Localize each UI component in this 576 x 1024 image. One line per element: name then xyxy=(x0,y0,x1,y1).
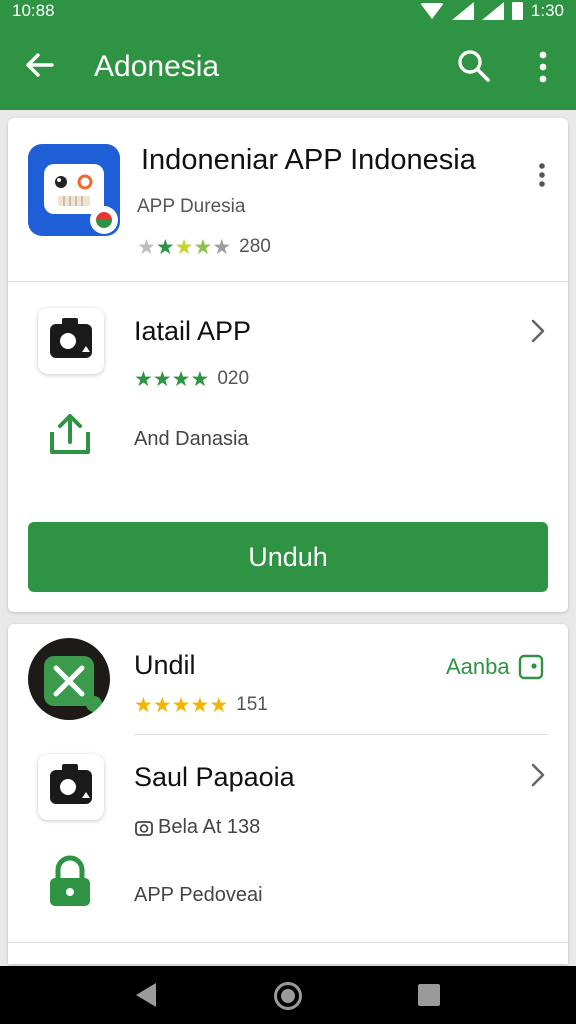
camera-tile xyxy=(38,308,104,374)
wifi-icon xyxy=(419,3,444,19)
share-upload-icon[interactable] xyxy=(46,410,94,458)
star-icon: ★ xyxy=(152,367,172,391)
third-item-meta-row: Bela At 138 xyxy=(134,816,260,839)
share-label[interactable]: And Danasia xyxy=(134,428,249,451)
second-app-rating: ★ ★ ★ ★ ★ 151 xyxy=(134,694,268,716)
camera-icon xyxy=(50,318,92,358)
overflow-menu-icon[interactable] xyxy=(534,162,550,188)
camera-small-icon xyxy=(135,820,153,836)
signal-icon-2 xyxy=(481,2,504,20)
status-icons: 1:30 xyxy=(419,1,564,21)
app-detail-card: Indoneniar APP Indonesia APP Duresia ★ ★… xyxy=(8,118,568,612)
detail-rating: ★ ★ ★ ★ 020 xyxy=(134,368,249,390)
page-title: Adonesia xyxy=(94,50,220,83)
third-item-meta: Bela At 138 xyxy=(158,816,261,838)
star-icon: ★ xyxy=(152,693,172,717)
star-icon: ★ xyxy=(155,235,175,259)
robot-mascot-icon xyxy=(44,164,118,234)
developer-name[interactable]: APP Duresia xyxy=(137,196,245,218)
nav-recents-icon[interactable] xyxy=(418,984,440,1006)
camera-tile xyxy=(38,754,104,820)
star-icon: ★ xyxy=(171,367,191,391)
nav-home-icon[interactable] xyxy=(274,982,302,1010)
system-nav-bar xyxy=(0,966,576,1024)
download-button[interactable]: Unduh xyxy=(28,522,548,592)
chevron-right-icon[interactable] xyxy=(528,318,548,344)
rating-count: 151 xyxy=(236,694,268,715)
battery-icon xyxy=(511,2,523,20)
chevron-right-icon[interactable] xyxy=(528,762,548,788)
star-icon: ★ xyxy=(193,235,213,259)
app-avatar xyxy=(28,638,110,720)
second-app-title[interactable]: Undil xyxy=(134,650,196,681)
permission-label[interactable]: APP Pedoveai xyxy=(134,884,263,907)
star-icon: ★ xyxy=(174,235,194,259)
star-icon: ★ xyxy=(190,693,210,717)
status-clock: 1:30 xyxy=(530,1,564,20)
star-icon: ★ xyxy=(134,693,153,717)
star-icon: ★ xyxy=(134,367,153,391)
nav-back-icon[interactable] xyxy=(136,983,156,1007)
install-label: Aanba xyxy=(446,654,510,679)
status-time: 10:88 xyxy=(12,1,55,20)
tools-app-icon xyxy=(44,656,102,712)
third-item-title[interactable]: Saul Papaoia xyxy=(134,762,295,793)
star-icon: ★ xyxy=(137,235,156,259)
divider xyxy=(8,281,568,282)
app-list-card: Undil ★ ★ ★ ★ ★ 151 Aanba Saul Papaoia B… xyxy=(8,624,568,964)
divider xyxy=(8,942,568,943)
rating-count: 280 xyxy=(239,236,271,257)
back-arrow-icon[interactable] xyxy=(22,48,56,82)
signal-icon xyxy=(451,2,474,20)
search-icon[interactable] xyxy=(456,48,492,84)
hero-rating: ★ ★ ★ ★ ★ 280 xyxy=(137,236,271,258)
star-icon: ★ xyxy=(209,693,229,717)
star-icon: ★ xyxy=(212,235,232,259)
install-link[interactable]: Aanba xyxy=(446,654,544,680)
status-bar: 10:88 1:30 xyxy=(0,0,576,24)
app-bar: Adonesia xyxy=(0,24,576,110)
star-icon: ★ xyxy=(190,367,210,391)
rating-count: 020 xyxy=(217,368,250,389)
lock-icon xyxy=(50,855,90,906)
install-icon xyxy=(518,654,543,680)
camera-icon xyxy=(50,764,92,804)
app-title: Indoneniar APP Indonesia xyxy=(141,144,476,176)
star-icon: ★ xyxy=(171,693,191,717)
more-vert-icon[interactable] xyxy=(530,50,556,84)
app-icon xyxy=(28,144,120,236)
detail-title[interactable]: Iatail APP xyxy=(134,316,251,347)
divider xyxy=(134,734,548,735)
